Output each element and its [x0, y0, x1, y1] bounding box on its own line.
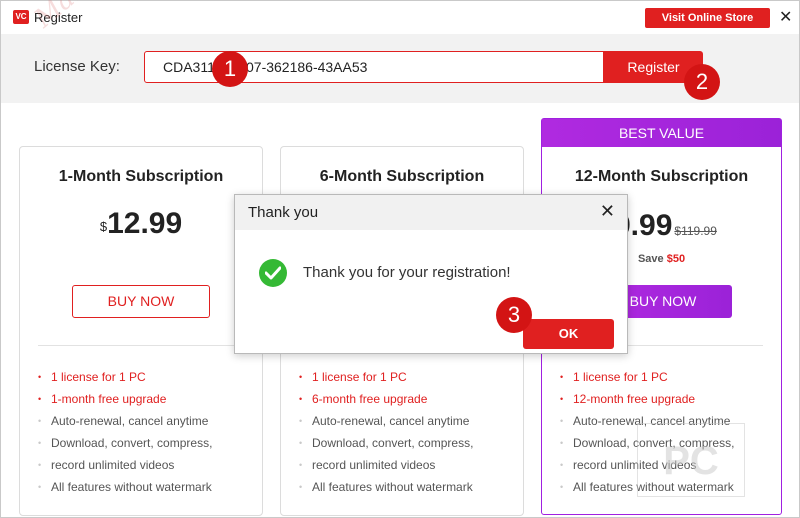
thank-you-dialog: Thank you ✕ Thank you for your registrat…: [234, 194, 628, 354]
feature-item: Auto-renewal, cancel anytime: [299, 410, 473, 432]
feature-item: 6-month free upgrade: [299, 388, 473, 410]
app-logo-icon: VC: [13, 10, 29, 24]
step-marker-1: 1: [212, 51, 248, 87]
feature-item: All features without watermark: [299, 476, 473, 498]
feature-list: 1 license for 1 PC 6-month free upgrade …: [299, 366, 473, 498]
feature-item: 1-month free upgrade: [38, 388, 212, 410]
dialog-title: Thank you: [248, 204, 319, 221]
feature-item: record unlimited videos: [299, 454, 473, 476]
feature-item: 1 license for 1 PC: [560, 366, 734, 388]
plan-price: 9.99 $119.99: [614, 209, 717, 243]
feature-item: All features without watermark: [38, 476, 212, 498]
dialog-close-icon[interactable]: ✕: [600, 201, 615, 222]
feature-item: 12-month free upgrade: [560, 388, 734, 410]
feature-item: Download, convert, compress,: [299, 432, 473, 454]
plan-card-1-month: 1-Month Subscription $12.99 BUY NOW 1 li…: [19, 146, 263, 516]
feature-item: Auto-renewal, cancel anytime: [38, 410, 212, 432]
divider: [38, 345, 244, 346]
step-marker-3: 3: [496, 297, 532, 333]
feature-item: 1 license for 1 PC: [299, 366, 473, 388]
license-bar: License Key: Register: [1, 34, 799, 103]
dialog-header: Thank you ✕: [235, 195, 627, 230]
register-window: VC Register Visit Online Store ✕ License…: [0, 0, 800, 518]
save-label: Save: [637, 253, 664, 265]
best-value-badge: BEST VALUE: [542, 119, 781, 147]
license-key-label: License Key:: [34, 58, 120, 75]
visit-online-store-button[interactable]: Visit Online Store: [645, 8, 770, 28]
price-currency: $: [99, 219, 108, 234]
success-check-icon: [259, 259, 287, 287]
feature-list: 1 license for 1 PC 1-month free upgrade …: [38, 366, 212, 498]
feature-item: record unlimited videos: [38, 454, 212, 476]
plan-title: 1-Month Subscription: [58, 168, 224, 185]
feature-item: 1 license for 1 PC: [38, 366, 212, 388]
old-price: $119.99: [674, 224, 717, 238]
dialog-message: Thank you for your registration!: [303, 264, 511, 281]
step-marker-2: 2: [684, 64, 720, 100]
save-amount: $50: [666, 253, 686, 265]
plan-title: 12-Month Subscription: [574, 168, 749, 185]
feature-item: Download, convert, compress,: [38, 432, 212, 454]
price-amount: 12.99: [107, 207, 183, 240]
plan-title: 6-Month Subscription: [319, 168, 485, 185]
watermark-pc-badge: PC: [637, 423, 745, 497]
title-bar: VC Register Visit Online Store ✕: [1, 1, 799, 34]
buy-now-button[interactable]: BUY NOW: [72, 285, 210, 318]
plan-price: $12.99: [20, 207, 262, 241]
ok-button[interactable]: OK: [523, 319, 614, 349]
window-close-icon[interactable]: ✕: [779, 7, 792, 27]
